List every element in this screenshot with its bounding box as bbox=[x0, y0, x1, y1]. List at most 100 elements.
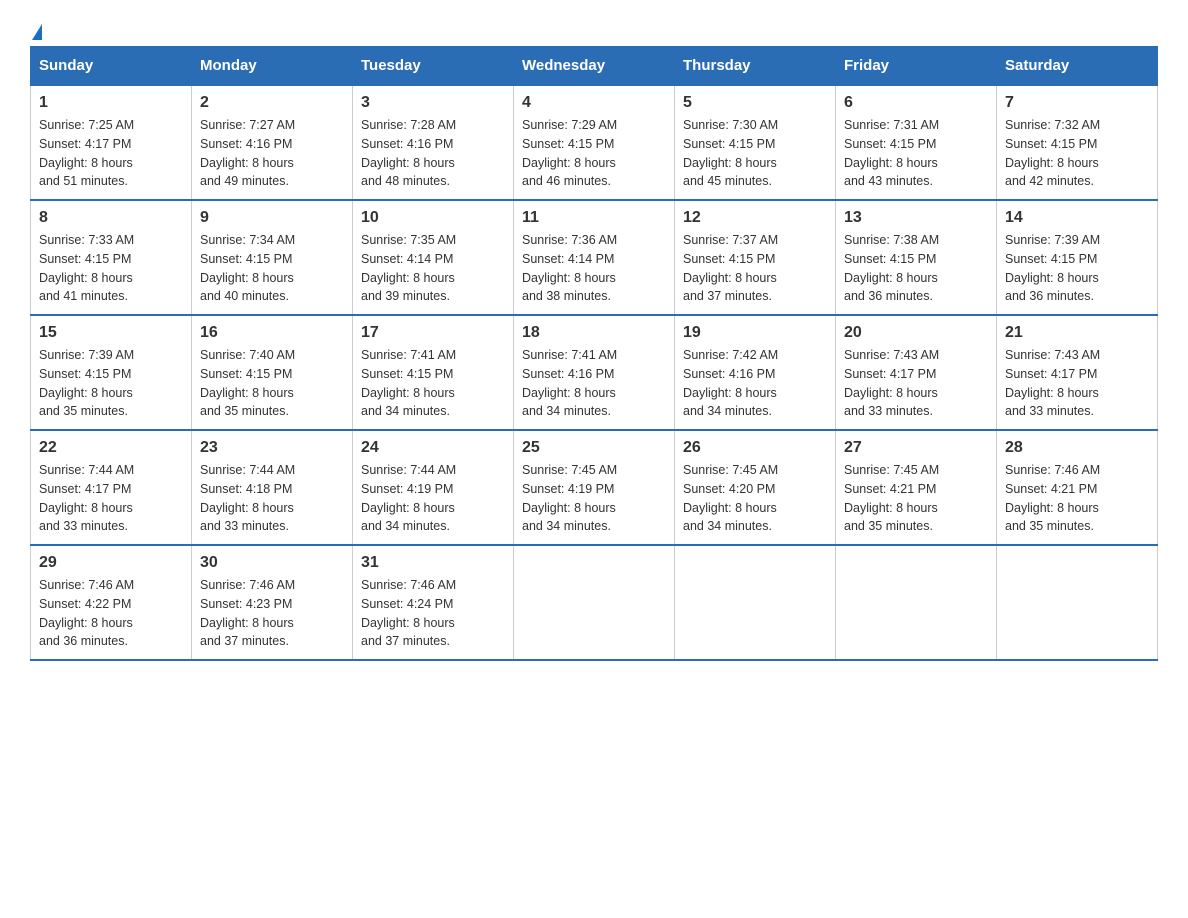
calendar-week-row: 29Sunrise: 7:46 AMSunset: 4:22 PMDayligh… bbox=[31, 545, 1158, 660]
calendar-cell: 30Sunrise: 7:46 AMSunset: 4:23 PMDayligh… bbox=[192, 545, 353, 660]
day-number: 29 bbox=[39, 554, 183, 572]
day-info: Sunrise: 7:44 AMSunset: 4:18 PMDaylight:… bbox=[200, 461, 344, 536]
day-number: 11 bbox=[522, 209, 666, 227]
day-info: Sunrise: 7:43 AMSunset: 4:17 PMDaylight:… bbox=[844, 346, 988, 421]
calendar-week-row: 22 Sunrise: 7:44 AMSunset: 4:17 PMDayligh… bbox=[31, 430, 1158, 545]
day-number: 10 bbox=[361, 209, 505, 227]
day-info: Sunrise: 7:33 AMSunset: 4:15 PMDaylight:… bbox=[39, 231, 183, 306]
day-info: Sunrise: 7:28 AMSunset: 4:16 PMDaylight:… bbox=[361, 116, 505, 191]
logo-triangle-icon bbox=[32, 24, 42, 40]
calendar-cell bbox=[514, 545, 675, 660]
calendar-cell: 8 Sunrise: 7:33 AMSunset: 4:15 PMDaylight… bbox=[31, 200, 192, 315]
day-number: 24 bbox=[361, 439, 505, 457]
column-header-friday: Friday bbox=[836, 47, 997, 86]
day-info: Sunrise: 7:31 AMSunset: 4:15 PMDaylight:… bbox=[844, 116, 988, 191]
calendar-cell: 21 Sunrise: 7:43 AMSunset: 4:17 PMDayligh… bbox=[997, 315, 1158, 430]
header-row: SundayMondayTuesdayWednesdayThursdayFrid… bbox=[31, 47, 1158, 86]
day-info: Sunrise: 7:41 AMSunset: 4:16 PMDaylight:… bbox=[522, 346, 666, 421]
page-header bbox=[30, 20, 1158, 36]
day-number: 6 bbox=[844, 94, 988, 112]
logo bbox=[30, 20, 42, 36]
day-info: Sunrise: 7:40 AMSunset: 4:15 PMDaylight:… bbox=[200, 346, 344, 421]
calendar-cell: 16 Sunrise: 7:40 AMSunset: 4:15 PMDayligh… bbox=[192, 315, 353, 430]
day-number: 22 bbox=[39, 439, 183, 457]
calendar-cell: 19 Sunrise: 7:42 AMSunset: 4:16 PMDayligh… bbox=[675, 315, 836, 430]
calendar-cell: 9 Sunrise: 7:34 AMSunset: 4:15 PMDaylight… bbox=[192, 200, 353, 315]
calendar-cell: 6 Sunrise: 7:31 AMSunset: 4:15 PMDaylight… bbox=[836, 85, 997, 200]
day-info: Sunrise: 7:42 AMSunset: 4:16 PMDaylight:… bbox=[683, 346, 827, 421]
column-header-saturday: Saturday bbox=[997, 47, 1158, 86]
day-number: 27 bbox=[844, 439, 988, 457]
calendar-cell: 27 Sunrise: 7:45 AMSunset: 4:21 PMDayligh… bbox=[836, 430, 997, 545]
calendar-cell: 28Sunrise: 7:46 AMSunset: 4:21 PMDayligh… bbox=[997, 430, 1158, 545]
calendar-week-row: 15 Sunrise: 7:39 AMSunset: 4:15 PMDayligh… bbox=[31, 315, 1158, 430]
calendar-cell: 22 Sunrise: 7:44 AMSunset: 4:17 PMDayligh… bbox=[31, 430, 192, 545]
day-number: 23 bbox=[200, 439, 344, 457]
day-info: Sunrise: 7:35 AMSunset: 4:14 PMDaylight:… bbox=[361, 231, 505, 306]
day-number: 3 bbox=[361, 94, 505, 112]
day-info: Sunrise: 7:45 AMSunset: 4:21 PMDaylight:… bbox=[844, 461, 988, 536]
day-number: 19 bbox=[683, 324, 827, 342]
calendar-cell: 20 Sunrise: 7:43 AMSunset: 4:17 PMDayligh… bbox=[836, 315, 997, 430]
calendar-cell bbox=[997, 545, 1158, 660]
day-number: 16 bbox=[200, 324, 344, 342]
calendar-cell: 13Sunrise: 7:38 AMSunset: 4:15 PMDayligh… bbox=[836, 200, 997, 315]
day-number: 31 bbox=[361, 554, 505, 572]
calendar-cell: 23 Sunrise: 7:44 AMSunset: 4:18 PMDayligh… bbox=[192, 430, 353, 545]
column-header-monday: Monday bbox=[192, 47, 353, 86]
column-header-tuesday: Tuesday bbox=[353, 47, 514, 86]
calendar-cell: 17Sunrise: 7:41 AMSunset: 4:15 PMDayligh… bbox=[353, 315, 514, 430]
day-number: 30 bbox=[200, 554, 344, 572]
column-header-thursday: Thursday bbox=[675, 47, 836, 86]
day-number: 12 bbox=[683, 209, 827, 227]
day-number: 2 bbox=[200, 94, 344, 112]
day-info: Sunrise: 7:46 AMSunset: 4:24 PMDaylight:… bbox=[361, 576, 505, 651]
day-info: Sunrise: 7:45 AMSunset: 4:19 PMDaylight:… bbox=[522, 461, 666, 536]
column-header-sunday: Sunday bbox=[31, 47, 192, 86]
day-number: 21 bbox=[1005, 324, 1149, 342]
calendar-cell: 29Sunrise: 7:46 AMSunset: 4:22 PMDayligh… bbox=[31, 545, 192, 660]
day-info: Sunrise: 7:34 AMSunset: 4:15 PMDaylight:… bbox=[200, 231, 344, 306]
day-number: 9 bbox=[200, 209, 344, 227]
calendar-cell: 4Sunrise: 7:29 AMSunset: 4:15 PMDaylight… bbox=[514, 85, 675, 200]
calendar-cell: 15 Sunrise: 7:39 AMSunset: 4:15 PMDayligh… bbox=[31, 315, 192, 430]
day-number: 13 bbox=[844, 209, 988, 227]
day-info: Sunrise: 7:25 AMSunset: 4:17 PMDaylight:… bbox=[39, 116, 183, 191]
day-number: 1 bbox=[39, 94, 183, 112]
day-info: Sunrise: 7:45 AMSunset: 4:20 PMDaylight:… bbox=[683, 461, 827, 536]
calendar-cell: 26 Sunrise: 7:45 AMSunset: 4:20 PMDayligh… bbox=[675, 430, 836, 545]
day-info: Sunrise: 7:43 AMSunset: 4:17 PMDaylight:… bbox=[1005, 346, 1149, 421]
day-number: 26 bbox=[683, 439, 827, 457]
calendar-cell: 5Sunrise: 7:30 AMSunset: 4:15 PMDaylight… bbox=[675, 85, 836, 200]
day-number: 15 bbox=[39, 324, 183, 342]
day-info: Sunrise: 7:39 AMSunset: 4:15 PMDaylight:… bbox=[39, 346, 183, 421]
calendar-cell: 25 Sunrise: 7:45 AMSunset: 4:19 PMDayligh… bbox=[514, 430, 675, 545]
calendar-cell: 12Sunrise: 7:37 AMSunset: 4:15 PMDayligh… bbox=[675, 200, 836, 315]
calendar-cell: 3 Sunrise: 7:28 AMSunset: 4:16 PMDaylight… bbox=[353, 85, 514, 200]
calendar-cell: 24Sunrise: 7:44 AMSunset: 4:19 PMDayligh… bbox=[353, 430, 514, 545]
day-info: Sunrise: 7:32 AMSunset: 4:15 PMDaylight:… bbox=[1005, 116, 1149, 191]
day-info: Sunrise: 7:27 AMSunset: 4:16 PMDaylight:… bbox=[200, 116, 344, 191]
day-number: 25 bbox=[522, 439, 666, 457]
calendar-week-row: 8 Sunrise: 7:33 AMSunset: 4:15 PMDaylight… bbox=[31, 200, 1158, 315]
calendar-cell: 31 Sunrise: 7:46 AMSunset: 4:24 PMDayligh… bbox=[353, 545, 514, 660]
day-info: Sunrise: 7:44 AMSunset: 4:17 PMDaylight:… bbox=[39, 461, 183, 536]
column-header-wednesday: Wednesday bbox=[514, 47, 675, 86]
day-info: Sunrise: 7:36 AMSunset: 4:14 PMDaylight:… bbox=[522, 231, 666, 306]
calendar-table: SundayMondayTuesdayWednesdayThursdayFrid… bbox=[30, 46, 1158, 661]
day-info: Sunrise: 7:39 AMSunset: 4:15 PMDaylight:… bbox=[1005, 231, 1149, 306]
calendar-cell: 1 Sunrise: 7:25 AMSunset: 4:17 PMDaylight… bbox=[31, 85, 192, 200]
day-number: 7 bbox=[1005, 94, 1149, 112]
day-info: Sunrise: 7:30 AMSunset: 4:15 PMDaylight:… bbox=[683, 116, 827, 191]
day-number: 8 bbox=[39, 209, 183, 227]
calendar-cell: 11 Sunrise: 7:36 AMSunset: 4:14 PMDayligh… bbox=[514, 200, 675, 315]
calendar-cell: 10 Sunrise: 7:35 AMSunset: 4:14 PMDayligh… bbox=[353, 200, 514, 315]
day-info: Sunrise: 7:29 AMSunset: 4:15 PMDaylight:… bbox=[522, 116, 666, 191]
day-number: 20 bbox=[844, 324, 988, 342]
day-number: 28 bbox=[1005, 439, 1149, 457]
calendar-cell: 2 Sunrise: 7:27 AMSunset: 4:16 PMDaylight… bbox=[192, 85, 353, 200]
day-info: Sunrise: 7:41 AMSunset: 4:15 PMDaylight:… bbox=[361, 346, 505, 421]
calendar-cell: 7 Sunrise: 7:32 AMSunset: 4:15 PMDaylight… bbox=[997, 85, 1158, 200]
day-number: 14 bbox=[1005, 209, 1149, 227]
day-number: 18 bbox=[522, 324, 666, 342]
